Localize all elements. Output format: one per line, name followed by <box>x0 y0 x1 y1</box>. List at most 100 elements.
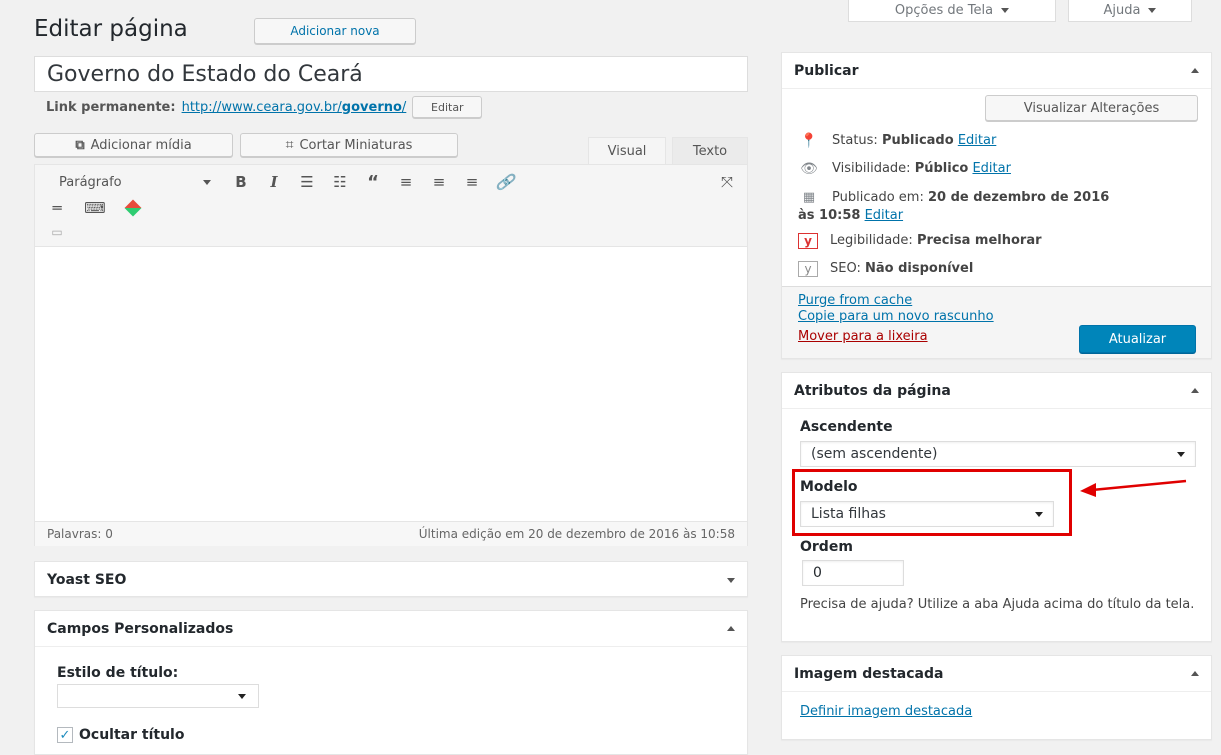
visibility-edit-link[interactable]: Editar <box>972 161 1011 176</box>
parent-select-value: (sem ascendente) <box>811 446 938 462</box>
publish-header[interactable]: Publicar <box>782 53 1211 89</box>
add-media-button[interactable]: ⧉ Adicionar mídia <box>34 133 233 157</box>
status-row: 📍 Status: Publicado Editar <box>798 133 996 149</box>
permalink-link[interactable]: http://www.ceara.gov.br/governo/ <box>182 100 407 115</box>
hide-title-label: Ocultar título <box>79 727 185 743</box>
title-input-value: Governo do Estado do Ceará <box>47 61 363 87</box>
bullet-list-icon[interactable]: ☰ <box>295 171 319 193</box>
status-label: Status: <box>832 133 878 148</box>
visibility-value: Público <box>914 161 969 176</box>
yoast-readability-icon: y <box>798 233 818 249</box>
keyboard-icon[interactable]: ⌨ <box>83 197 107 219</box>
add-new-button[interactable]: Adicionar nova <box>254 18 416 44</box>
crop-thumbnails-button[interactable]: ⌗ Cortar Miniaturas <box>240 133 458 157</box>
title-input[interactable]: Governo do Estado do Ceará <box>34 56 748 92</box>
published-date-row: ▦ Publicado em: 20 de dezembro de 2016 às… <box>798 189 1198 225</box>
add-media-label: Adicionar mídia <box>90 137 192 153</box>
align-left-icon[interactable]: ≡ <box>394 171 418 193</box>
chevron-down-icon <box>727 577 735 583</box>
blockquote-icon[interactable]: “ <box>361 171 385 193</box>
purge-cache-link[interactable]: Purge from cache <box>798 293 912 308</box>
copy-draft-link[interactable]: Copie para um novo rascunho <box>798 309 994 324</box>
shortcode-icon[interactable]: ▭ <box>45 221 69 243</box>
custom-fields-header[interactable]: Campos Personalizados <box>35 611 747 647</box>
order-input[interactable]: 0 <box>802 560 904 586</box>
hide-title-row: ✓ Ocultar título <box>57 727 184 743</box>
readability-row: y Legibilidade: Precisa melhorar <box>798 233 1042 249</box>
calendar-icon: ▦ <box>802 190 816 205</box>
custom-fields-box: Campos Personalizados Estilo de título: … <box>34 610 748 755</box>
editor-content[interactable] <box>35 247 747 521</box>
chevron-down-icon <box>203 179 211 185</box>
custom-fields-title: Campos Personalizados <box>47 620 234 637</box>
align-center-icon[interactable]: ≡ <box>427 171 451 193</box>
tab-text-label: Texto <box>692 144 728 159</box>
seo-value: Não disponível <box>865 261 974 276</box>
permalink-end: / <box>401 99 407 115</box>
help-label: Ajuda <box>1103 3 1141 18</box>
media-icon: ⧉ <box>75 137 85 153</box>
published-time: às 10:58 <box>798 208 861 223</box>
format-select[interactable]: Parágrafo <box>45 171 217 193</box>
set-featured-image-link[interactable]: Definir imagem destacada <box>800 704 972 719</box>
yoast-seo-title: Yoast SEO <box>47 572 127 588</box>
toolbar-row-2: ═ ⌨ <box>45 197 145 219</box>
yoast-seo-header[interactable]: Yoast SEO <box>35 562 747 598</box>
permalink-label: Link permanente: <box>46 99 176 115</box>
publish-title: Publicar <box>794 62 859 79</box>
published-label: Publicado em: <box>832 190 924 205</box>
align-right-icon[interactable]: ≡ <box>460 171 484 193</box>
yoast-seo-box[interactable]: Yoast SEO <box>34 561 748 597</box>
parent-select[interactable]: (sem ascendente) <box>800 441 1196 467</box>
order-label: Ordem <box>800 539 853 555</box>
numbered-list-icon[interactable]: ☷ <box>328 171 352 193</box>
highlight-box <box>792 469 1072 536</box>
plugin-diamond-icon[interactable] <box>121 197 145 219</box>
editor-status-bar: Palavras: 0 Última edição em 20 de dezem… <box>35 521 747 546</box>
readability-label: Legibilidade: <box>830 233 913 248</box>
hide-title-checkbox[interactable]: ✓ <box>57 727 73 743</box>
chevron-down-icon <box>1177 451 1185 457</box>
status-edit-link[interactable]: Editar <box>958 133 997 148</box>
readability-value: Precisa melhorar <box>916 233 1042 248</box>
screen-options-tab[interactable]: Opções de Tela <box>848 0 1056 22</box>
seo-label: SEO: <box>830 261 861 276</box>
chevron-down-icon <box>1001 8 1010 13</box>
publish-actions: Purge from cache Copie para um novo rasc… <box>782 286 1211 358</box>
title-style-select[interactable] <box>57 684 259 708</box>
page-attributes-title: Atributos da página <box>794 382 951 399</box>
page-title: Editar página <box>34 16 188 42</box>
tab-visual-label: Visual <box>607 144 647 159</box>
featured-image-header[interactable]: Imagem destacada <box>782 656 1211 692</box>
permalink-edit-button[interactable]: Editar <box>412 96 483 118</box>
fullscreen-icon[interactable]: ⤧ <box>715 171 739 193</box>
update-button[interactable]: Atualizar <box>1079 325 1196 353</box>
screen-options-label: Opções de Tela <box>894 3 994 18</box>
italic-icon[interactable]: I <box>262 171 286 193</box>
crop-icon: ⌗ <box>285 137 294 153</box>
more-tag-icon[interactable]: ═ <box>45 197 69 219</box>
link-icon[interactable]: 🔗 <box>493 171 517 193</box>
published-edit-link[interactable]: Editar <box>865 208 904 223</box>
format-select-value: Parágrafo <box>59 174 122 190</box>
tab-text[interactable]: Texto <box>672 137 748 165</box>
help-tab[interactable]: Ajuda <box>1068 0 1192 22</box>
toolbar-row-1: B I ☰ ☷ “ ≡ ≡ ≡ 🔗 <box>229 171 517 193</box>
trash-link[interactable]: Mover para a lixeira <box>798 329 928 344</box>
preview-changes-button[interactable]: Visualizar Alterações <box>985 95 1198 121</box>
yoast-seo-icon: y <box>798 261 818 277</box>
featured-image-title: Imagem destacada <box>794 665 944 682</box>
status-value: Publicado <box>881 133 954 148</box>
crop-thumbnails-label: Cortar Miniaturas <box>299 137 413 153</box>
chevron-up-icon <box>1191 671 1199 676</box>
attributes-help-text: Precisa de ajuda? Utilize a aba Ajuda ac… <box>800 597 1195 612</box>
chevron-up-icon <box>1191 388 1199 393</box>
chevron-up-icon <box>1191 68 1199 73</box>
page-attributes-header[interactable]: Atributos da página <box>782 373 1211 409</box>
bold-icon[interactable]: B <box>229 171 253 193</box>
editor-toolbar: Parágrafo B I ☰ ☷ “ ≡ ≡ ≡ 🔗 ⤧ ═ ⌨ ▭ <box>35 165 747 247</box>
word-count: Palavras: 0 <box>47 527 113 541</box>
chevron-up-icon <box>727 626 735 631</box>
tab-visual[interactable]: Visual <box>588 137 666 165</box>
editor-container: Parágrafo B I ☰ ☷ “ ≡ ≡ ≡ 🔗 ⤧ ═ ⌨ ▭ Pala… <box>34 164 748 546</box>
